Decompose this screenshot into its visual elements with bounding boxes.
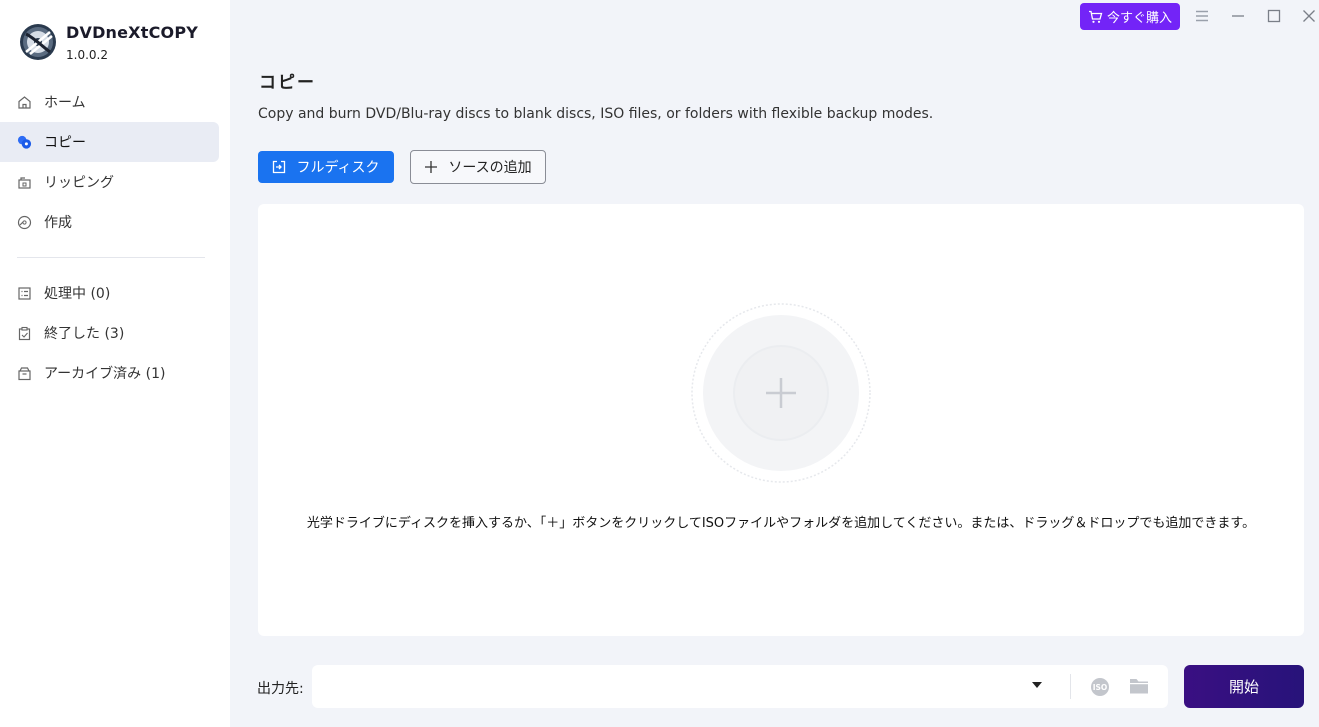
processing-icon (17, 286, 32, 301)
minimize-button[interactable] (1226, 4, 1250, 28)
sidebar-item-archived[interactable]: アーカイブ済み (1) (0, 353, 219, 393)
ripping-icon (17, 175, 32, 190)
full-disc-icon (272, 160, 286, 174)
add-plus-circle-icon (691, 303, 871, 483)
sidebar-item-processing[interactable]: 処理中 (0) (0, 273, 219, 313)
main-content: コピー Copy and burn DVD/Blu-ray discs to b… (230, 38, 1319, 727)
sidebar-item-label: 処理中 (0) (44, 286, 111, 302)
archive-icon (17, 366, 32, 381)
menu-button[interactable] (1190, 4, 1214, 28)
sidebar-item-ripping[interactable]: リッピング (0, 162, 219, 202)
sidebar-item-home[interactable]: ホーム (0, 82, 219, 122)
add-source-button[interactable]: ソースの追加 (410, 150, 546, 184)
page-title: コピー (259, 73, 316, 93)
finished-icon (17, 326, 32, 341)
output-separator (1070, 674, 1071, 699)
buy-now-button[interactable]: 今すぐ購入 (1080, 3, 1180, 30)
iso-output-icon[interactable]: ISO (1090, 677, 1110, 697)
home-icon (17, 95, 32, 110)
sidebar-item-label: 終了した (3) (44, 326, 125, 342)
dropdown-caret-icon[interactable] (1032, 682, 1042, 688)
sidebar-nav: ホーム コピー リッピング 作成 処理中 (0) 終了した (3) アーカイブ済… (0, 82, 230, 393)
full-disc-button[interactable]: フルディスク (258, 151, 394, 183)
app-logo-icon (20, 24, 56, 60)
page-description: Copy and burn DVD/Blu-ray discs to blank… (258, 106, 934, 122)
sidebar: DVDneXtCOPY 1.0.0.2 ホーム コピー リッピング 作成 処理中… (0, 0, 230, 727)
output-label: 出力先: (257, 681, 304, 697)
add-disc-plus-button[interactable] (690, 302, 872, 484)
maximize-button[interactable] (1262, 4, 1286, 28)
minimize-icon (1232, 15, 1244, 17)
output-destination-select[interactable] (312, 665, 1068, 708)
sidebar-divider (17, 257, 205, 258)
close-button[interactable] (1297, 4, 1319, 28)
sidebar-item-label: アーカイブ済み (1) (44, 366, 166, 382)
folder-output-icon[interactable] (1129, 677, 1149, 695)
sidebar-item-label: コピー (44, 135, 86, 151)
sidebar-item-label: ホーム (44, 95, 86, 111)
add-source-label: ソースの追加 (448, 160, 532, 176)
hamburger-menu-icon (1196, 10, 1208, 22)
drop-hint-text: 光学ドライブにディスクを挿入するか、「＋」ボタンをクリックしてISOファイルやフ… (306, 516, 1256, 531)
full-disc-label: フルディスク (296, 160, 380, 176)
copy-icon (17, 135, 32, 150)
sidebar-item-copy[interactable]: コピー (0, 122, 219, 162)
sidebar-item-finished[interactable]: 終了した (3) (0, 313, 219, 353)
brand: DVDneXtCOPY 1.0.0.2 (18, 22, 198, 62)
sidebar-item-label: 作成 (44, 215, 72, 231)
app-version: 1.0.0.2 (66, 47, 108, 62)
start-label: 開始 (1228, 678, 1259, 696)
title-bar: 今すぐ購入 (230, 0, 1319, 38)
cart-icon (1088, 10, 1103, 24)
close-icon (1303, 10, 1315, 22)
sidebar-item-label: リッピング (44, 175, 114, 191)
app-name: DVDneXtCOPY (66, 22, 199, 42)
start-button[interactable]: 開始 (1184, 665, 1304, 708)
maximize-icon (1267, 9, 1281, 23)
svg-text:ISO: ISO (1093, 683, 1108, 692)
output-field: ISO (312, 665, 1168, 708)
buy-now-label: 今すぐ購入 (1106, 11, 1172, 26)
plus-icon (424, 160, 438, 174)
create-icon (17, 215, 32, 230)
sidebar-item-create[interactable]: 作成 (0, 202, 219, 242)
drop-zone[interactable]: 光学ドライブにディスクを挿入するか、「＋」ボタンをクリックしてISOファイルやフ… (258, 204, 1304, 636)
